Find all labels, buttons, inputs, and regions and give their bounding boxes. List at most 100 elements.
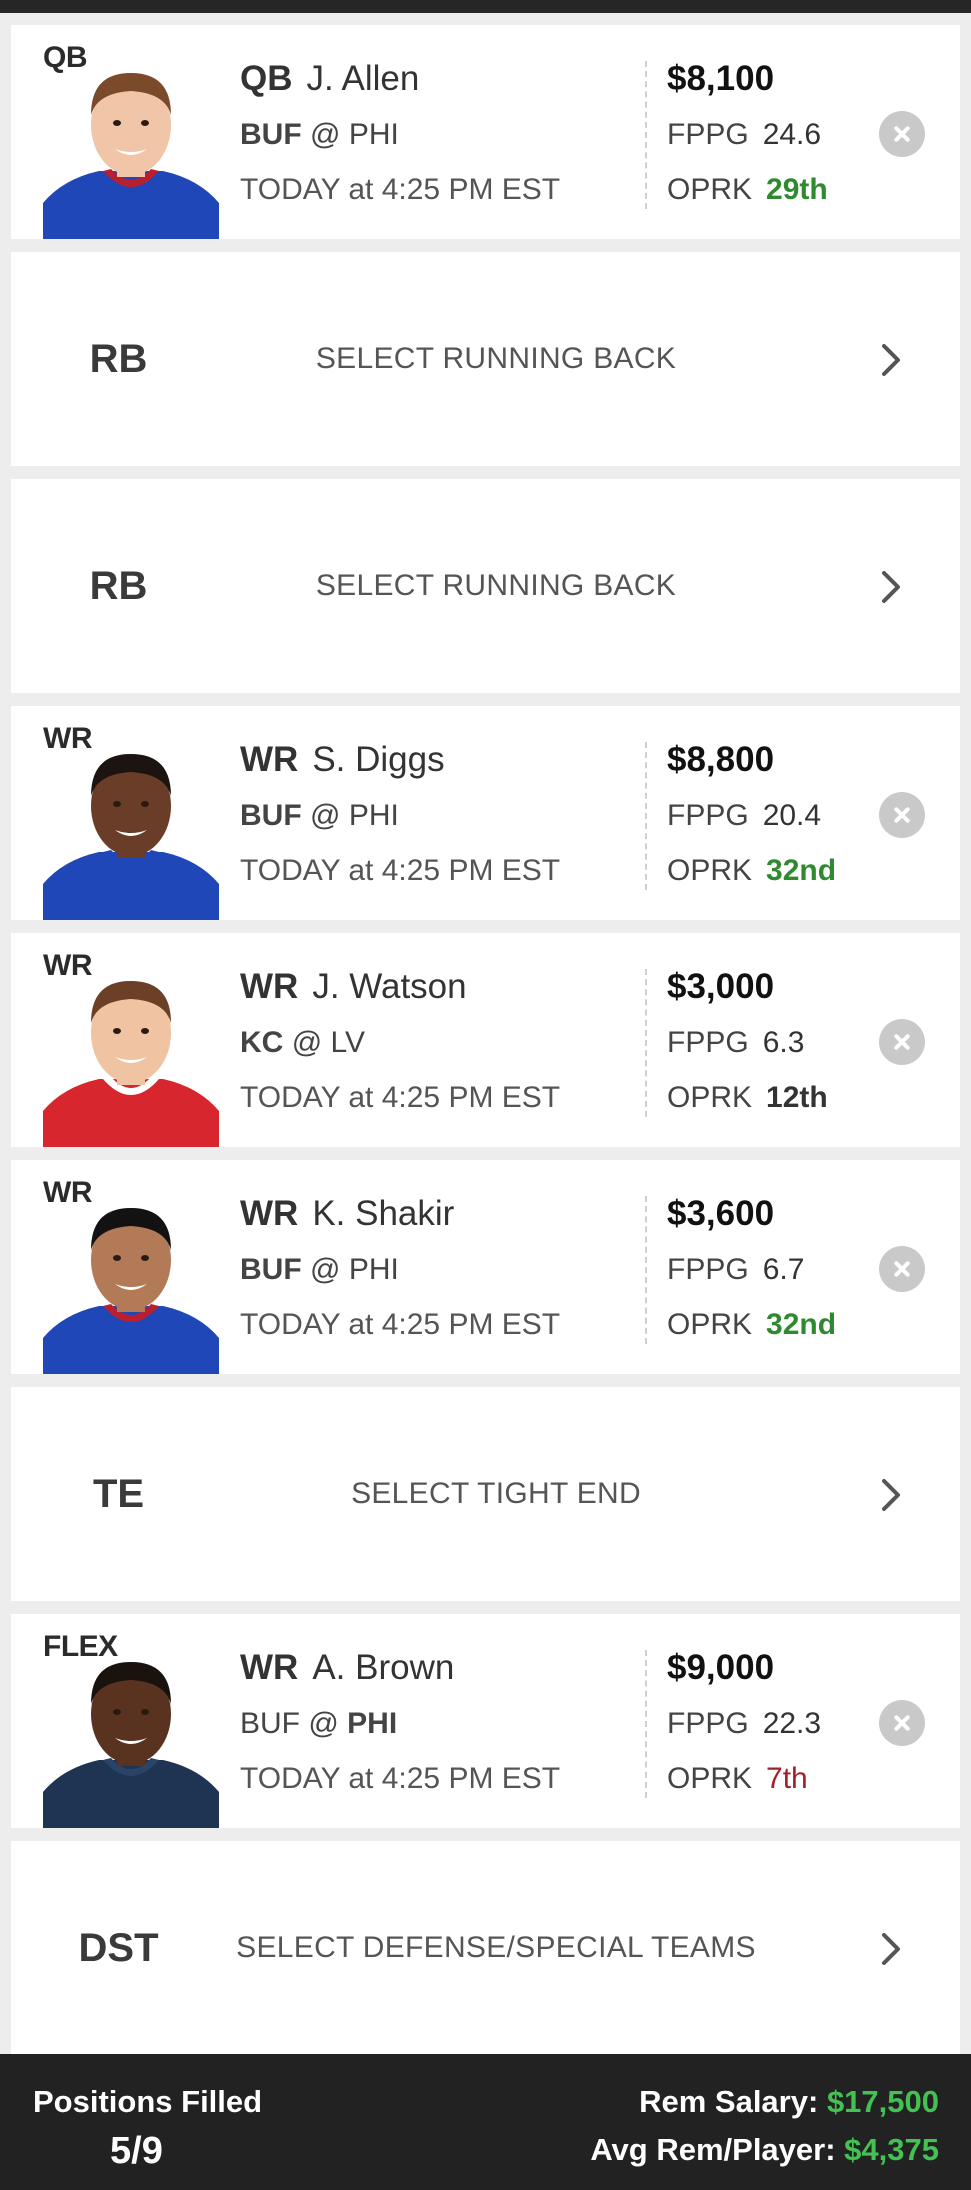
- game-time: TODAY at 4:25 PM EST: [240, 1308, 561, 1341]
- fppg-value: 22.3: [762, 1707, 822, 1740]
- fppg-stat: FPPG 24.6: [667, 118, 821, 152]
- player-card[interactable]: WR WR S. Diggs BUF @ PHI TODAY at 4:25 PM ES…: [11, 706, 960, 920]
- empty-slot-card[interactable]: RB SELECT RUNNING BACK: [11, 479, 960, 693]
- team-abbr: BUF: [240, 118, 302, 151]
- fppg-stat: FPPG 6.7: [667, 1253, 804, 1287]
- slot-position-label: QB: [43, 41, 88, 74]
- fppg-label: FPPG: [667, 799, 749, 832]
- player-card[interactable]: FLEX WR A. Brown BUF @ PHI TODAY at 4:25 PM …: [11, 1614, 960, 1828]
- remaining-salary-value: $17,500: [826, 2084, 939, 2119]
- lineup-footer: Positions Filled 5/9 Rem Salary: $17,500…: [0, 2054, 971, 2190]
- oprk-stat: OPRK 7th: [667, 1762, 808, 1796]
- eye-shape: [141, 1709, 149, 1715]
- oprk-stat: OPRK 29th: [667, 173, 828, 207]
- eye-shape: [113, 1709, 121, 1715]
- game-time: TODAY at 4:25 PM EST: [240, 1081, 561, 1114]
- fppg-value: 20.4: [762, 799, 822, 832]
- oprk-stat: OPRK 32nd: [667, 854, 836, 888]
- player-headshot: [43, 734, 219, 920]
- player-salary: $3,600: [667, 1194, 775, 1233]
- chevron-right-icon: [871, 340, 911, 380]
- eye-shape: [113, 1028, 121, 1034]
- fppg-label: FPPG: [667, 1707, 749, 1740]
- matchup-separator: @: [308, 1707, 339, 1740]
- fppg-value: 24.6: [762, 118, 822, 151]
- select-player-prompt[interactable]: SELECT RUNNING BACK: [161, 252, 831, 466]
- player-name[interactable]: WR A. Brown: [240, 1648, 454, 1688]
- matchup-separator: @: [291, 1026, 323, 1059]
- player-name[interactable]: WR S. Diggs: [240, 740, 445, 780]
- player-headshot: [43, 961, 219, 1147]
- game-matchup: KC @ LV: [240, 1026, 365, 1060]
- remove-player-button[interactable]: [879, 792, 925, 838]
- eye-shape: [141, 801, 149, 807]
- player-card[interactable]: WR WR J. Watson KC @ LV TODAY at 4:25 PM EST…: [11, 933, 960, 1147]
- player-headshot: [43, 1188, 219, 1374]
- player-headshot-image: [43, 981, 219, 1147]
- player-name[interactable]: QB J. Allen: [240, 59, 419, 99]
- player-salary: $3,000: [667, 967, 775, 1006]
- game-matchup: BUF @ PHI: [240, 1707, 397, 1741]
- remaining-salary-label: Rem Salary:: [639, 2084, 819, 2119]
- opponent-abbr: PHI: [348, 118, 399, 151]
- remove-player-button[interactable]: [879, 111, 925, 157]
- status-bar: [0, 0, 971, 13]
- eye-shape: [113, 1255, 121, 1261]
- player-headshot: [43, 53, 219, 239]
- player-headshot-image: [43, 1208, 219, 1374]
- select-player-prompt[interactable]: SELECT RUNNING BACK: [161, 479, 831, 693]
- fppg-label: FPPG: [667, 1026, 749, 1059]
- oprk-value: 12th: [766, 1081, 828, 1114]
- player-position: QB: [240, 59, 293, 98]
- player-position: WR: [240, 740, 299, 779]
- chevron-right-icon: [871, 567, 911, 607]
- positions-filled-value: 5/9: [110, 2130, 163, 2172]
- player-card[interactable]: WR WR K. Shakir BUF @ PHI TODAY at 4:25 PM E…: [11, 1160, 960, 1374]
- team-abbr: BUF: [240, 799, 302, 832]
- remove-player-button[interactable]: [879, 1019, 925, 1065]
- team-abbr: KC: [240, 1026, 284, 1059]
- fppg-label: FPPG: [667, 1253, 749, 1286]
- slot-position-label: WR: [43, 949, 92, 982]
- matchup-separator: @: [310, 118, 341, 151]
- empty-slot-card[interactable]: DST SELECT DEFENSE/SPECIAL TEAMS: [11, 1841, 960, 2055]
- oprk-label: OPRK: [667, 1081, 753, 1114]
- positions-filled-label: Positions Filled: [33, 2084, 263, 2119]
- oprk-stat: OPRK 32nd: [667, 1308, 836, 1342]
- player-name[interactable]: WR J. Watson: [240, 967, 467, 1007]
- game-matchup: BUF @ PHI: [240, 1253, 399, 1287]
- opponent-abbr: PHI: [348, 1253, 399, 1286]
- fppg-value: 6.3: [762, 1026, 805, 1059]
- player-headshot-image: [43, 73, 219, 239]
- oprk-label: OPRK: [667, 854, 753, 887]
- remove-player-button[interactable]: [879, 1246, 925, 1292]
- team-abbr: BUF: [240, 1253, 302, 1286]
- empty-slot-card[interactable]: TE SELECT TIGHT END: [11, 1387, 960, 1601]
- oprk-label: OPRK: [667, 173, 753, 206]
- chevron-right-icon: [871, 1929, 911, 1969]
- opponent-abbr: PHI: [348, 799, 399, 832]
- remove-player-button[interactable]: [879, 1700, 925, 1746]
- empty-slot-card[interactable]: RB SELECT RUNNING BACK: [11, 252, 960, 466]
- card-divider: [645, 1650, 647, 1798]
- player-card[interactable]: QB QB J. Allen BUF @ PHI TODAY at 4:25 PM ES…: [11, 25, 960, 239]
- chevron-right-icon: [871, 1475, 911, 1515]
- select-player-prompt[interactable]: SELECT TIGHT END: [161, 1387, 831, 1601]
- player-name-text: S. Diggs: [312, 740, 445, 779]
- oprk-label: OPRK: [667, 1762, 753, 1795]
- player-headshot: [43, 1642, 219, 1828]
- fppg-value: 6.7: [762, 1253, 805, 1286]
- player-name[interactable]: WR K. Shakir: [240, 1194, 454, 1234]
- player-salary: $8,100: [667, 59, 775, 98]
- eye-shape: [113, 801, 121, 807]
- player-name-text: A. Brown: [312, 1648, 455, 1687]
- avg-remaining-label: Avg Rem/Player:: [590, 2132, 836, 2167]
- player-headshot-image: [43, 1662, 219, 1828]
- card-divider: [645, 61, 647, 209]
- slot-position-label: WR: [43, 722, 92, 755]
- player-name-text: K. Shakir: [312, 1194, 455, 1233]
- select-player-prompt[interactable]: SELECT DEFENSE/SPECIAL TEAMS: [161, 1841, 831, 2055]
- matchup-separator: @: [310, 1253, 341, 1286]
- player-position: WR: [240, 1648, 299, 1687]
- oprk-stat: OPRK 12th: [667, 1081, 828, 1115]
